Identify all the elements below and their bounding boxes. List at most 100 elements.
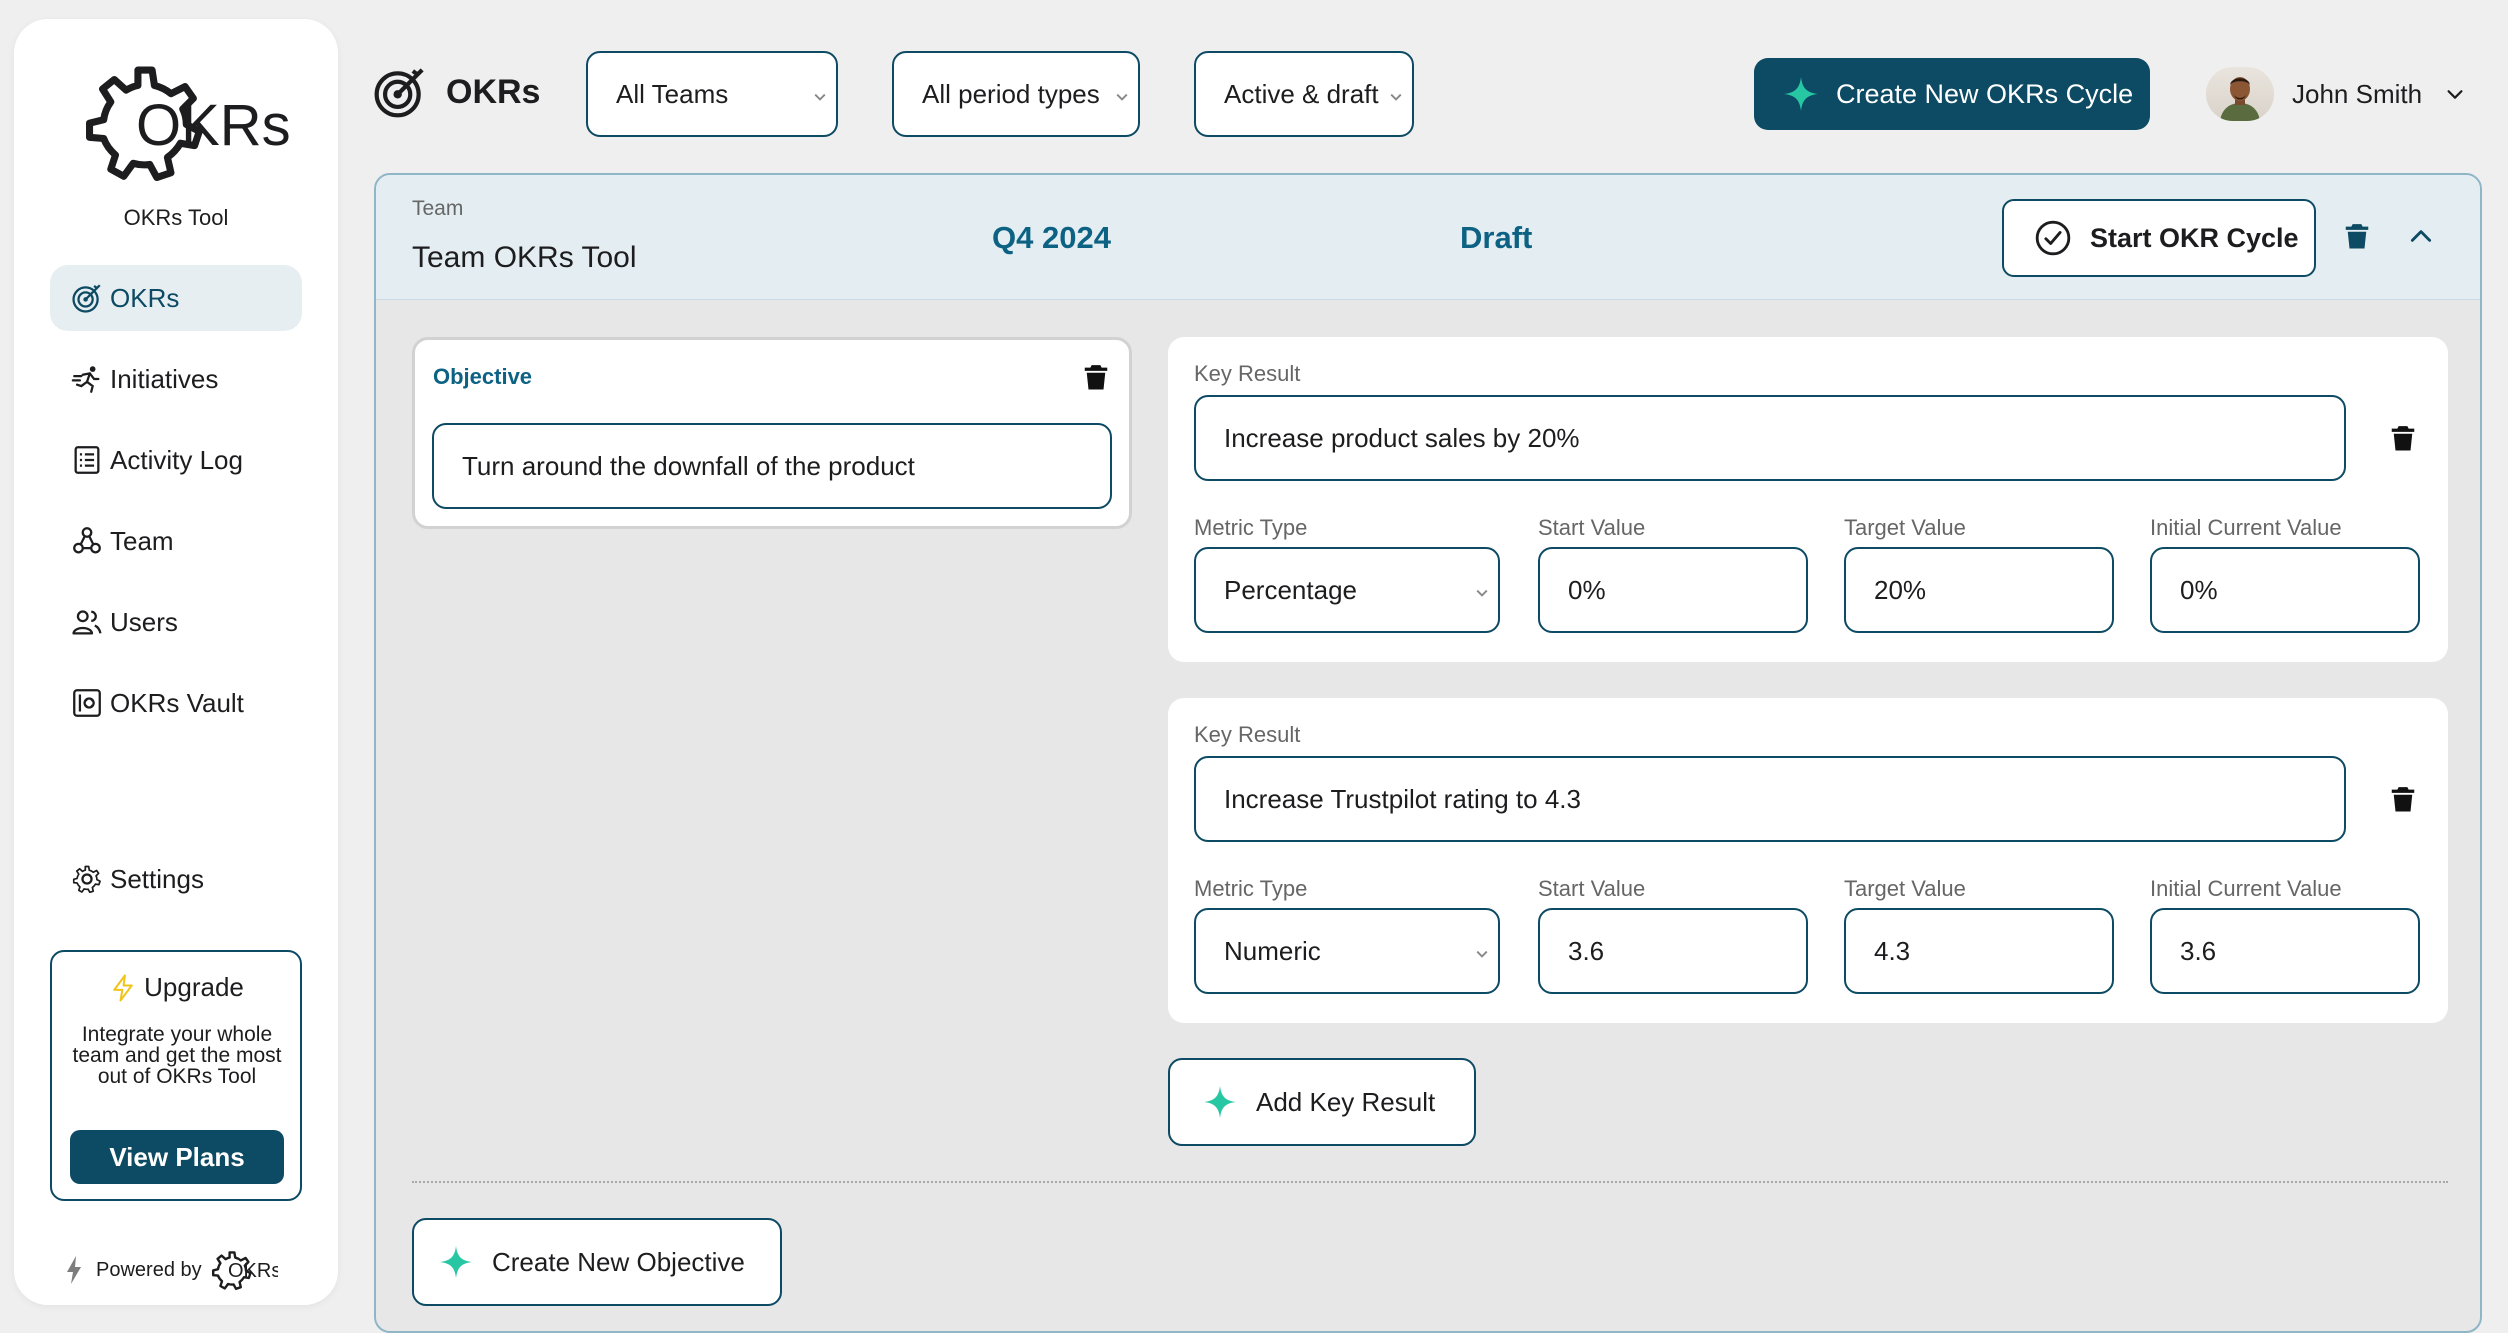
start-okr-cycle-label: Start OKR Cycle	[2090, 222, 2299, 253]
sparkle-icon	[1204, 1086, 1236, 1118]
cycle-status: Draft	[1460, 220, 1533, 255]
target-value: 4.3	[1874, 935, 1911, 966]
initial-current-value-input[interactable]: 0%	[2150, 547, 2420, 633]
mini-logo-text: OKRs	[228, 1260, 278, 1282]
sidebar-item-okrs-vault[interactable]: OKRs Vault	[50, 670, 302, 736]
create-objective-button[interactable]: Create New Objective	[412, 1218, 782, 1306]
team-filter-select[interactable]: All Teams	[586, 51, 838, 137]
upgrade-description: Integrate your whole team and get the mo…	[72, 1023, 282, 1088]
sparkle-icon	[440, 1246, 472, 1278]
initial-current-value: 3.6	[2180, 935, 2217, 966]
sidebar-item-activity-log[interactable]: Activity Log	[50, 427, 302, 493]
user-name: John Smith	[2292, 78, 2423, 109]
start-value-input[interactable]: 3.6	[1538, 908, 1808, 994]
lightning-icon	[113, 974, 133, 1001]
gear-icon	[72, 865, 101, 894]
initial-current-value-input[interactable]: 3.6	[2150, 908, 2420, 994]
upgrade-title: Upgrade	[52, 972, 300, 1003]
start-okr-cycle-button[interactable]: Start OKR Cycle	[2002, 199, 2316, 277]
metric-type-value: Percentage	[1224, 574, 1357, 605]
chevron-up-icon[interactable]	[2408, 223, 2434, 249]
runner-icon	[71, 366, 100, 393]
team-label: Team	[412, 197, 464, 220]
sidebar: OKRs OKRs Tool OKRs Initiatives Activity…	[14, 19, 338, 1305]
sidebar-item-label: OKRs Vault	[110, 687, 244, 718]
start-value-label: Start Value	[1538, 876, 1646, 901]
team-name: Team OKRs Tool	[412, 241, 637, 274]
team-filter-value: All Teams	[616, 78, 729, 109]
chevron-down-icon	[1476, 589, 1488, 597]
section-divider	[412, 1181, 2448, 1183]
list-icon	[74, 446, 100, 474]
metric-type-label: Metric Type	[1194, 876, 1308, 901]
okrs-logo[interactable]: OKRs	[80, 45, 290, 195]
sidebar-item-okrs[interactable]: OKRs	[50, 265, 302, 331]
user-menu[interactable]: John Smith	[2206, 64, 2466, 124]
status-filter-value: Active & draft	[1224, 78, 1379, 109]
period-type-filter-value: All period types	[922, 78, 1100, 109]
key-result-title-input[interactable]: Increase Trustpilot rating to 4.3	[1194, 756, 2346, 842]
user-photo-icon	[2220, 77, 2260, 121]
key-result-title-value: Increase Trustpilot rating to 4.3	[1224, 783, 1581, 814]
users-icon	[72, 610, 102, 635]
okrs-mini-logo-icon[interactable]: OKRs	[210, 1247, 278, 1293]
trash-icon[interactable]	[2388, 784, 2418, 814]
sidebar-item-label: Initiatives	[110, 363, 219, 394]
add-key-result-button[interactable]: Add Key Result	[1168, 1058, 1476, 1146]
sidebar-item-label: Settings	[110, 863, 204, 894]
metric-type-select[interactable]: Percentage	[1194, 547, 1500, 633]
powered-by-label: Powered by	[96, 1258, 202, 1281]
start-value: 0%	[1568, 574, 1606, 605]
upgrade-card: Upgrade Integrate your whole team and ge…	[50, 950, 302, 1201]
logo-text: OKRs	[136, 93, 290, 158]
check-circle-icon	[2035, 220, 2071, 256]
target-value-input[interactable]: 4.3	[1844, 908, 2114, 994]
chevron-down-icon	[1116, 93, 1128, 101]
status-filter-select[interactable]: Active & draft	[1194, 51, 1414, 137]
key-result-card: Key Result Increase Trustpilot rating to…	[1168, 698, 2448, 1023]
page-title-label: OKRs	[446, 72, 541, 111]
target-value-input[interactable]: 20%	[1844, 547, 2114, 633]
upgrade-title-label: Upgrade	[144, 972, 244, 1002]
sidebar-item-label: Users	[110, 606, 178, 637]
target-value-label: Target Value	[1844, 876, 1966, 901]
metric-type-label: Metric Type	[1194, 515, 1308, 540]
period-type-filter-select[interactable]: All period types	[892, 51, 1140, 137]
key-result-title-value: Increase product sales by 20%	[1224, 422, 1580, 453]
create-objective-label: Create New Objective	[492, 1246, 745, 1277]
avatar	[2206, 67, 2274, 121]
logo-subtitle: OKRs Tool	[123, 205, 229, 230]
trash-icon[interactable]	[2388, 423, 2418, 453]
target-icon	[374, 68, 424, 118]
trash-icon[interactable]	[2342, 221, 2372, 251]
chevron-down-icon	[1390, 93, 1402, 101]
create-okrs-cycle-label: Create New OKRs Cycle	[1836, 78, 2134, 109]
sidebar-item-settings[interactable]: Settings	[50, 846, 302, 912]
objective-input[interactable]: Turn around the downfall of the product	[432, 423, 1112, 509]
sidebar-item-team[interactable]: Team	[50, 508, 302, 574]
key-result-title-input[interactable]: Increase product sales by 20%	[1194, 395, 2346, 481]
trash-icon[interactable]	[1081, 362, 1111, 392]
vault-icon	[73, 689, 101, 717]
sidebar-item-initiatives[interactable]: Initiatives	[50, 346, 302, 412]
metric-type-select[interactable]: Numeric	[1194, 908, 1500, 994]
sidebar-item-users[interactable]: Users	[50, 589, 302, 655]
chevron-down-icon	[1476, 950, 1488, 958]
objective-label: Objective	[433, 364, 533, 389]
key-result-card: Key Result Increase product sales by 20%…	[1168, 337, 2448, 662]
initial-current-value: 0%	[2180, 574, 2218, 605]
target-value-label: Target Value	[1844, 515, 1966, 540]
okr-cycle-panel: Team Team OKRs Tool Q4 2024 Draft Start …	[374, 173, 2482, 1333]
initial-current-value-label: Initial Current Value	[2150, 876, 2342, 901]
lightning-icon	[67, 1256, 81, 1284]
start-value: 3.6	[1568, 935, 1605, 966]
page-title: OKRs	[372, 64, 540, 120]
view-plans-button[interactable]: View Plans	[70, 1130, 284, 1184]
objective-value: Turn around the downfall of the product	[462, 450, 915, 481]
create-okrs-cycle-button[interactable]: Create New OKRs Cycle	[1754, 58, 2150, 130]
start-value-input[interactable]: 0%	[1538, 547, 1808, 633]
gear-logo-icon: OKRs	[80, 45, 290, 195]
initial-current-value-label: Initial Current Value	[2150, 515, 2342, 540]
start-value-label: Start Value	[1538, 515, 1646, 540]
team-icon	[73, 527, 101, 554]
